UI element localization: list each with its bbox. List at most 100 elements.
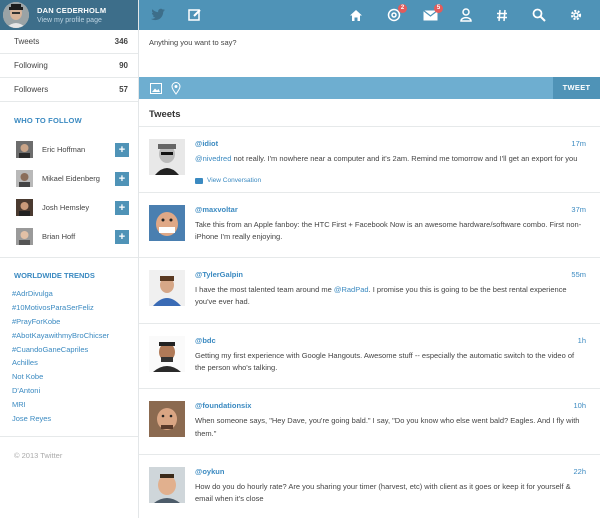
mention-link[interactable]: @RadPad bbox=[334, 285, 369, 294]
tweet[interactable]: @oykun 22h How do you do hourly rate? Ar… bbox=[139, 455, 600, 518]
tweet-text: Take this from an Apple fanboy: the HTC … bbox=[195, 219, 586, 244]
view-conversation-link[interactable]: View Conversation bbox=[195, 177, 261, 184]
tweet-body: Getting my first experience with Google … bbox=[195, 350, 575, 373]
tweet-time[interactable]: 10h bbox=[573, 401, 586, 410]
trend-item[interactable]: Jose Reyes bbox=[0, 412, 138, 426]
avatar[interactable] bbox=[16, 228, 33, 245]
tweet-time[interactable]: 17m bbox=[571, 139, 586, 148]
tweet-body: I have the most talented team around me bbox=[195, 285, 334, 295]
follow-plus-button[interactable]: + bbox=[115, 200, 129, 215]
trends-title: WORLDWIDE TRENDS bbox=[14, 271, 95, 280]
tweet-username[interactable]: @idiot bbox=[195, 139, 218, 148]
avatar[interactable] bbox=[149, 139, 185, 175]
mentions-badge: 2 bbox=[398, 4, 407, 13]
tweet-username[interactable]: @TylerGalpin bbox=[195, 270, 243, 279]
view-conversation-label: View Conversation bbox=[207, 177, 262, 184]
tweet[interactable]: @TylerGalpin 55m I have the most talente… bbox=[139, 258, 600, 324]
tweet-time[interactable]: 37m bbox=[571, 205, 586, 214]
search-icon[interactable] bbox=[530, 6, 548, 24]
feed-title: Tweets bbox=[139, 99, 600, 127]
messages-icon[interactable]: 5 bbox=[421, 4, 443, 24]
follow-name[interactable]: Josh Hemsley bbox=[42, 203, 115, 212]
trend-item[interactable]: MRI bbox=[0, 398, 138, 412]
tweet-text: How do you do hourly rate? Are you shari… bbox=[195, 481, 586, 506]
trend-item[interactable]: #AdrDivulga bbox=[0, 287, 138, 301]
profile-avatar[interactable] bbox=[3, 2, 29, 28]
tweet-button[interactable]: TWEET bbox=[553, 77, 600, 99]
profile-header[interactable]: DAN CEDERHOLM View my profile page bbox=[0, 0, 138, 30]
settings-icon[interactable] bbox=[567, 6, 585, 24]
tweet-time[interactable]: 22h bbox=[573, 467, 586, 476]
follow-suggestion: Mikael Eidenberg + bbox=[0, 164, 138, 193]
home-icon[interactable] bbox=[347, 6, 365, 24]
compose-icon[interactable] bbox=[186, 6, 204, 24]
follow-plus-button[interactable]: + bbox=[115, 229, 129, 244]
tweet-username[interactable]: @bdc bbox=[195, 336, 216, 345]
avatar[interactable] bbox=[16, 199, 33, 216]
mention-link[interactable]: @nivedred bbox=[195, 154, 231, 163]
profile-link[interactable]: View my profile page bbox=[37, 17, 106, 24]
compose-toolbar: TWEET bbox=[139, 77, 600, 99]
tweet-text: Getting my first experience with Google … bbox=[195, 350, 586, 375]
trend-item[interactable]: #PrayForKobe bbox=[0, 315, 138, 329]
follow-plus-button[interactable]: + bbox=[115, 171, 129, 186]
avatar[interactable] bbox=[16, 170, 33, 187]
follow-suggestion: Eric Hoffman + bbox=[0, 135, 138, 164]
tweet-feed: Tweets @idiot 17m @nivedred not really. … bbox=[139, 99, 600, 518]
avatar[interactable] bbox=[16, 141, 33, 158]
tweet[interactable]: @foundationsix 10h When someone says, "H… bbox=[139, 389, 600, 455]
messages-badge: 5 bbox=[434, 4, 443, 13]
image-icon[interactable] bbox=[149, 81, 163, 95]
stat-tweets[interactable]: Tweets 346 bbox=[0, 30, 138, 54]
tweet-text: @nivedred not really. I'm nowhere near a… bbox=[195, 153, 586, 165]
stat-following[interactable]: Following 90 bbox=[0, 54, 138, 78]
trend-item[interactable]: #AbotKayawithmyBroChicser bbox=[0, 329, 138, 343]
trend-item[interactable]: #CuandoGaneCapriles bbox=[0, 343, 138, 357]
tweet-time[interactable]: 55m bbox=[571, 270, 586, 279]
follow-name[interactable]: Eric Hoffman bbox=[42, 145, 115, 154]
tweet-text: When someone says, "Hey Dave, you're goi… bbox=[195, 415, 586, 440]
tweet-username[interactable]: @oykun bbox=[195, 467, 224, 476]
avatar[interactable] bbox=[149, 335, 185, 372]
mentions-icon[interactable]: 2 bbox=[385, 4, 407, 24]
stat-label: Tweets bbox=[14, 37, 40, 46]
tweet-text: I have the most talented team around me … bbox=[195, 284, 586, 309]
stat-label: Followers bbox=[14, 85, 49, 94]
profile-name[interactable]: DAN CEDERHOLM bbox=[37, 6, 106, 15]
tweet-username[interactable]: @foundationsix bbox=[195, 401, 251, 410]
conversation-icon bbox=[195, 177, 203, 184]
stat-value: 57 bbox=[119, 85, 128, 94]
stat-followers[interactable]: Followers 57 bbox=[0, 78, 138, 102]
trend-item[interactable]: D'Antoni bbox=[0, 384, 138, 398]
stat-value: 346 bbox=[114, 37, 128, 46]
avatar[interactable] bbox=[149, 270, 185, 307]
trend-item[interactable]: Not Kobe bbox=[0, 370, 138, 384]
sidebar: DAN CEDERHOLM View my profile page Tweet… bbox=[0, 0, 139, 518]
follow-plus-button[interactable]: + bbox=[115, 142, 129, 157]
avatar[interactable] bbox=[149, 401, 185, 438]
hashtag-icon[interactable] bbox=[493, 6, 511, 24]
copyright: © 2013 Twitter bbox=[0, 435, 138, 466]
compose-box[interactable]: Anything you want to say? bbox=[139, 30, 600, 77]
trend-item[interactable]: Achilles bbox=[0, 356, 138, 370]
tweet-body: When someone says, "Hey Dave, you're goi… bbox=[195, 416, 580, 438]
who-to-follow-title: WHO TO FOLLOW bbox=[14, 116, 82, 125]
avatar[interactable] bbox=[149, 466, 185, 503]
bird-icon[interactable] bbox=[149, 6, 167, 24]
follow-name[interactable]: Mikael Eidenberg bbox=[42, 174, 115, 183]
profile-icon[interactable] bbox=[457, 6, 475, 24]
follow-name[interactable]: Brian Hoff bbox=[42, 232, 115, 241]
tweet[interactable]: @idiot 17m @nivedred not really. I'm now… bbox=[139, 127, 600, 193]
avatar[interactable] bbox=[149, 204, 185, 241]
tweet-time[interactable]: 1h bbox=[578, 336, 586, 345]
trend-item[interactable]: #10MotivosParaSerFeliz bbox=[0, 301, 138, 315]
tweet[interactable]: @bdc 1h Getting my first experience with… bbox=[139, 324, 600, 390]
tweet-username[interactable]: @maxvoltar bbox=[195, 205, 238, 214]
tweet-body: not really. I'm nowhere near a computer … bbox=[231, 154, 578, 163]
compose-input[interactable]: Anything you want to say? bbox=[139, 30, 600, 47]
stat-value: 90 bbox=[119, 61, 128, 70]
stat-label: Following bbox=[14, 61, 48, 70]
top-nav: 2 5 bbox=[139, 0, 600, 30]
location-icon[interactable] bbox=[169, 81, 183, 95]
tweet[interactable]: @maxvoltar 37m Take this from an Apple f… bbox=[139, 193, 600, 259]
